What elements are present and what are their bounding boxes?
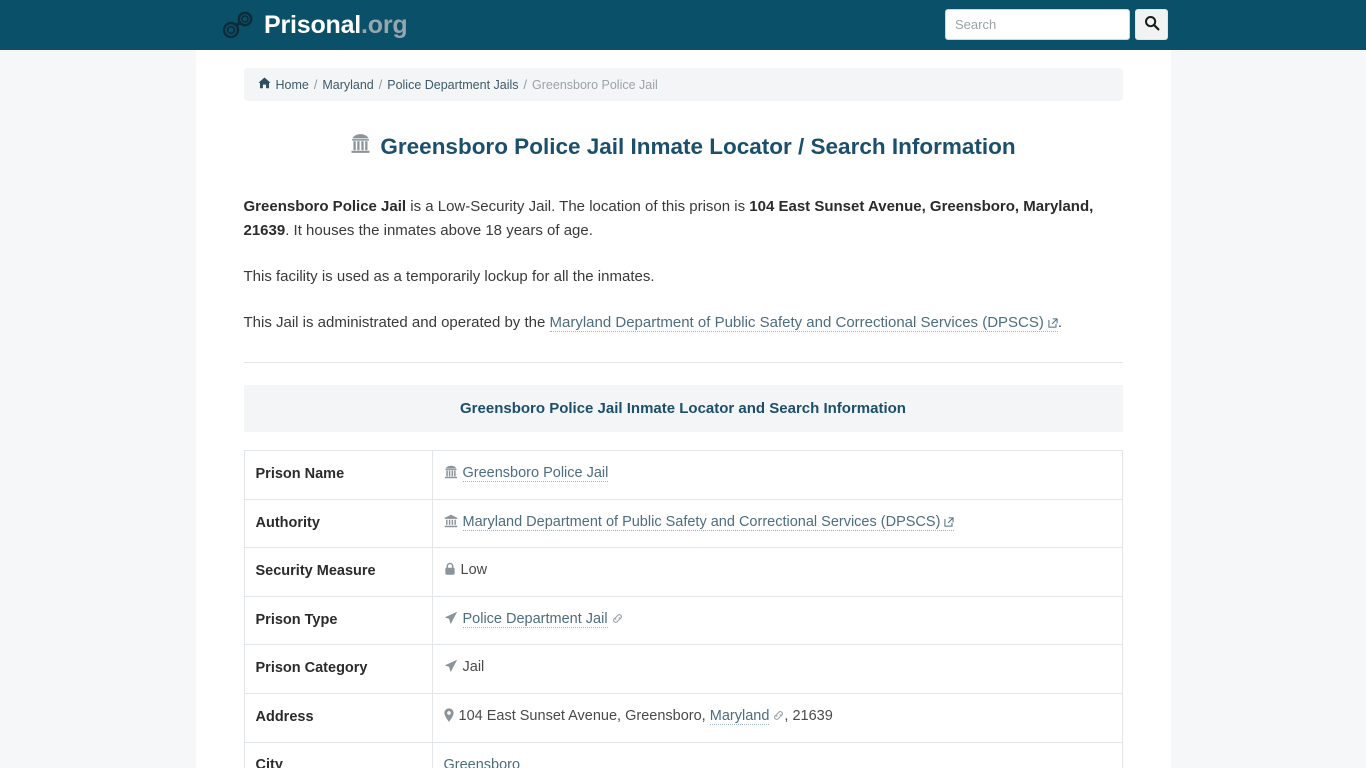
row-value-prison-type: Police Department Jail — [431, 595, 1123, 646]
chain-link-icon — [773, 709, 784, 725]
breadcrumb-separator: / — [378, 77, 383, 92]
table-row: Prison Type Police Department Jail — [243, 595, 1123, 646]
intro-text-d: . — [1057, 314, 1063, 332]
row-label-prison-category: Prison Category — [243, 644, 433, 694]
row-label-prison-type: Prison Type — [243, 595, 433, 646]
page-container: Home / Maryland / Police Department Jail… — [195, 50, 1171, 768]
paper-plane-icon — [444, 611, 458, 629]
page-title: Greensboro Police Jail Inmate Locator / … — [244, 133, 1123, 161]
intro-prison-name: Greensboro Police Jail — [243, 198, 407, 216]
authority-link-text: Maryland Department of Public Safety and… — [549, 314, 1044, 332]
security-measure-value: Low — [460, 562, 488, 579]
intro-paragraph-3: This Jail is administrated and operated … — [244, 311, 1123, 336]
row-label-city: City — [243, 741, 433, 768]
page-title-text: Greensboro Police Jail Inmate Locator / … — [380, 134, 1016, 159]
prison-type-text: Police Department Jail — [462, 610, 608, 627]
table-caption: Greensboro Police Jail Inmate Locator an… — [243, 385, 1123, 433]
table-row: Prison Name Greensboro Police Jail — [243, 450, 1123, 500]
chain-link-icon — [612, 612, 623, 628]
table-row: Prison Category Jail — [243, 644, 1123, 694]
brand-text: Prisonal.org — [264, 10, 408, 39]
row-label-address: Address — [243, 692, 433, 743]
authority-table-link[interactable]: Maryland Department of Public Safety and… — [462, 513, 955, 531]
landmark-dome-icon — [350, 133, 371, 161]
brand-name: Prisonal — [264, 10, 362, 39]
authority-link[interactable]: Maryland Department of Public Safety and… — [549, 314, 1058, 333]
row-label-prison-name: Prison Name — [243, 450, 433, 500]
address-post: , 21639 — [784, 707, 833, 724]
search-button[interactable] — [1135, 9, 1168, 40]
prison-category-value: Jail — [462, 659, 485, 676]
prison-name-link[interactable]: Greensboro Police Jail — [462, 465, 609, 483]
site-header: Prisonal.org — [0, 0, 1366, 50]
intro-text-b: . It houses the inmates above 18 years o… — [285, 222, 593, 240]
row-label-security-measure: Security Measure — [243, 547, 433, 597]
prison-type-link[interactable]: Police Department Jail — [462, 610, 608, 628]
row-value-prison-category: Jail — [431, 644, 1123, 694]
intro-paragraph-1: Greensboro Police Jail is a Low-Security… — [244, 195, 1123, 243]
breadcrumb-item-home[interactable]: Home — [276, 78, 309, 92]
map-marker-icon — [443, 708, 454, 726]
address-pre: 104 East Sunset Avenue, Greensboro, — [458, 707, 710, 724]
authority-table-text: Maryland Department of Public Safety and… — [462, 513, 941, 530]
row-value-security-measure: Low — [431, 547, 1123, 597]
table-row: Security Measure Low — [243, 547, 1123, 597]
row-value-city: Greensboro — [431, 741, 1123, 768]
row-label-authority: Authority — [243, 498, 433, 549]
lock-icon — [444, 563, 456, 580]
city-link[interactable]: Greensboro — [443, 756, 521, 768]
row-value-prison-name: Greensboro Police Jail — [431, 450, 1123, 500]
table-row: City Greensboro — [243, 741, 1123, 768]
external-link-icon — [1048, 315, 1058, 332]
search-icon — [1144, 15, 1160, 34]
search-form — [945, 9, 1168, 40]
intro-paragraph-2: This facility is used as a temporarily l… — [243, 268, 655, 286]
row-value-address: 104 East Sunset Avenue, Greensboro, Mary… — [431, 692, 1123, 743]
breadcrumb-separator: / — [313, 77, 318, 92]
row-value-authority: Maryland Department of Public Safety and… — [431, 498, 1123, 549]
prison-info-table: Prison Name Greensboro Police Jail Autho… — [243, 450, 1123, 768]
home-icon — [257, 77, 271, 92]
intro-text-a: is a Low-Security Jail. The location of … — [406, 198, 750, 216]
breadcrumb-item-current: Greensboro Police Jail — [532, 77, 658, 92]
breadcrumb-item-police-department-jails[interactable]: Police Department Jails — [387, 78, 518, 92]
paper-plane-icon — [444, 660, 458, 677]
external-link-icon — [944, 515, 954, 531]
table-row: Authority Maryland Department of Public … — [243, 498, 1123, 549]
brand-tld: .org — [361, 10, 408, 39]
address-state-link[interactable]: Maryland — [709, 707, 770, 725]
section-divider — [243, 362, 1123, 364]
breadcrumb-item-maryland[interactable]: Maryland — [322, 78, 373, 92]
intro-text-c: This Jail is administrated and operated … — [243, 314, 550, 332]
search-input[interactable] — [945, 9, 1130, 40]
brand-logo-link[interactable]: Prisonal.org — [220, 10, 408, 40]
table-row: Address 104 East Sunset Avenue, Greensbo… — [243, 692, 1123, 743]
handcuffs-icon — [220, 10, 254, 40]
bank-icon — [444, 514, 458, 532]
breadcrumb-separator: / — [523, 77, 528, 92]
landmark-dome-icon — [444, 465, 458, 483]
breadcrumb: Home / Maryland / Police Department Jail… — [243, 68, 1123, 101]
